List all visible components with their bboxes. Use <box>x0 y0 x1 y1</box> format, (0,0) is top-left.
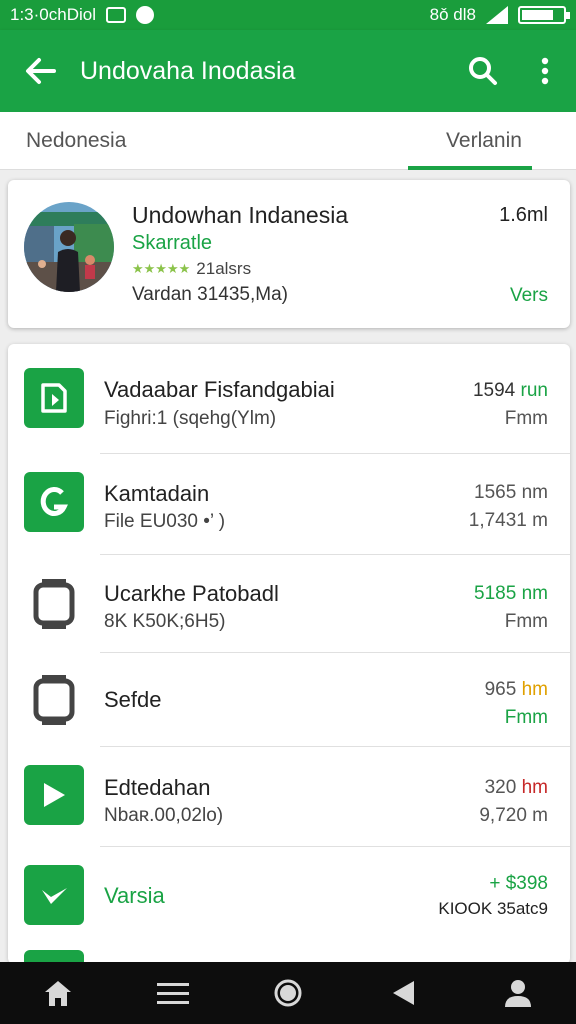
list-item-value-secondary: 9,720 m <box>479 805 548 826</box>
nav-overview-button[interactable] <box>258 962 318 1024</box>
list-item-value-secondary: Fmm <box>504 707 548 728</box>
tab-verlanin[interactable]: Verlanin <box>408 112 560 170</box>
play-icon-box <box>24 765 84 825</box>
rating-stars-icon: ★★★★★ <box>132 261 191 276</box>
search-icon <box>469 57 497 85</box>
status-bar: 1:3·0chDiol 8ǒ dl8 <box>0 0 576 30</box>
tab-bar: Nedonesia Verlanin <box>0 112 576 170</box>
rating-text: 21alsrs <box>196 259 252 278</box>
value-unit: run <box>520 380 548 401</box>
featured-meta: Vardan 31435,Ma) <box>132 284 288 305</box>
file-tag-icon-box <box>24 368 84 428</box>
list-item[interactable]: Kamtadain File EU030 •’ ) 1565 nm 1,7431… <box>8 454 570 555</box>
list-item[interactable]: Sefde 965 hm Fmm <box>8 653 570 747</box>
list-item-value-primary: 965 hm <box>485 679 548 701</box>
search-button[interactable] <box>452 30 514 112</box>
tab-nedonesia[interactable]: Nedonesia <box>26 112 126 170</box>
circle-home-icon <box>274 979 302 1007</box>
avatar <box>24 202 114 292</box>
device-outline-icon-box <box>24 575 84 635</box>
list-item-subtitle: File EU030 •’ ) <box>104 511 226 532</box>
status-network-text: 8ǒ dl8 <box>429 5 476 24</box>
featured-rating: ★★★★★ 21alsrs <box>132 259 251 279</box>
home-icon <box>44 981 71 1006</box>
list-item-value-primary: + $398 <box>489 873 548 894</box>
battery-icon <box>518 6 570 24</box>
nav-account-button[interactable] <box>488 962 548 1024</box>
list-item-value-secondary: Fmm <box>504 408 548 429</box>
device-outline-icon <box>33 675 75 725</box>
chat-notification-icon <box>136 6 154 24</box>
featured-size: 1.6ml <box>499 204 548 226</box>
list-item-title: Vadaabar Fisfandgabiai <box>104 377 335 402</box>
list-item-title: Sefde <box>104 687 162 712</box>
list-item-title: Ucarkhe Patobadl <box>104 581 279 606</box>
image-notification-icon <box>106 7 126 23</box>
back-triangle-icon <box>393 981 415 1005</box>
list-item[interactable]: Edtedahan Nbaʀ.00,02lo) 320 hm 9,720 m <box>8 747 570 847</box>
system-nav-bar <box>0 962 576 1024</box>
google-g-icon-box <box>24 472 84 532</box>
check-icon-box <box>24 865 84 925</box>
google-g-icon <box>40 487 68 516</box>
featured-title: Undowhan Indanesia <box>132 202 349 228</box>
nav-menu-button[interactable] <box>143 962 203 1024</box>
list-item-value-primary: 1565 nm <box>474 482 548 503</box>
list-item-subtitle: Nbaʀ.00,02lo) <box>104 805 224 826</box>
tab-indicator <box>408 166 532 170</box>
list-item-value-primary: 5185 nm <box>474 583 548 604</box>
play-icon <box>44 783 65 807</box>
more-vert-icon <box>541 57 549 85</box>
list-item[interactable]: Varsia + $398 KIOOK 35atc9 <box>8 847 570 947</box>
list-item-title: Edtedahan <box>104 775 211 800</box>
app-bar: Undovaha Inodasia <box>0 30 576 112</box>
list-item-title: Varsia <box>104 883 165 908</box>
nav-back-button[interactable] <box>373 962 433 1024</box>
list-item-subtitle: Fighri:1 (sqehg(Ylm) <box>104 408 277 429</box>
list-item-subtitle: 8K K50K;6H5) <box>104 611 226 632</box>
menu-icon <box>156 983 189 1004</box>
list-item-title: Kamtadain <box>104 481 210 506</box>
page-title: Undovaha Inodasia <box>80 56 296 85</box>
list-item-value-secondary: 1,7431 m <box>468 510 548 531</box>
value-number: 965 <box>484 679 522 700</box>
more-options-button[interactable] <box>514 30 576 112</box>
battery-fill <box>522 10 554 20</box>
list-item[interactable]: Ucarkhe Patobadl 8K K50K;6H5) 5185 nm Fm… <box>8 555 570 653</box>
value-unit: hm <box>521 777 548 798</box>
arrow-left-icon <box>26 58 56 84</box>
list-item-value-primary: 320 hm <box>485 777 548 799</box>
back-button[interactable] <box>0 30 80 112</box>
device-outline-icon-box <box>24 671 84 731</box>
file-tag-icon <box>41 383 67 413</box>
featured-action-link[interactable]: Vers <box>510 285 548 307</box>
featured-subtitle: Skarratle <box>132 232 213 254</box>
device-outline-icon <box>33 579 75 629</box>
value-number: 1594 <box>472 380 521 401</box>
item-list: Vadaabar Fisfandgabiai Fighri:1 (sqehg(Y… <box>8 344 570 964</box>
value-unit: hm <box>521 679 548 700</box>
list-item-value-secondary: KIOOK 35atc9 <box>438 899 548 918</box>
status-right: 8ǒ dl8 <box>429 5 570 25</box>
list-item-value-secondary: Fmm <box>504 611 548 632</box>
featured-card[interactable]: Undowhan Indanesia Skarratle ★★★★★ 21als… <box>8 180 570 328</box>
account-icon <box>505 980 532 1007</box>
avatar-photo-icon <box>24 202 114 292</box>
list-item-value-primary: 1594 run <box>473 380 548 402</box>
status-time: 1:3·0chDiol <box>10 5 96 24</box>
status-left: 1:3·0chDiol <box>10 5 154 25</box>
check-icon <box>42 888 67 904</box>
value-number: 320 <box>484 777 522 798</box>
nav-home-button[interactable] <box>28 962 88 1024</box>
list-item[interactable]: Vadaabar Fisfandgabiai Fighri:1 (sqehg(Y… <box>8 344 570 454</box>
signal-icon <box>486 6 508 24</box>
